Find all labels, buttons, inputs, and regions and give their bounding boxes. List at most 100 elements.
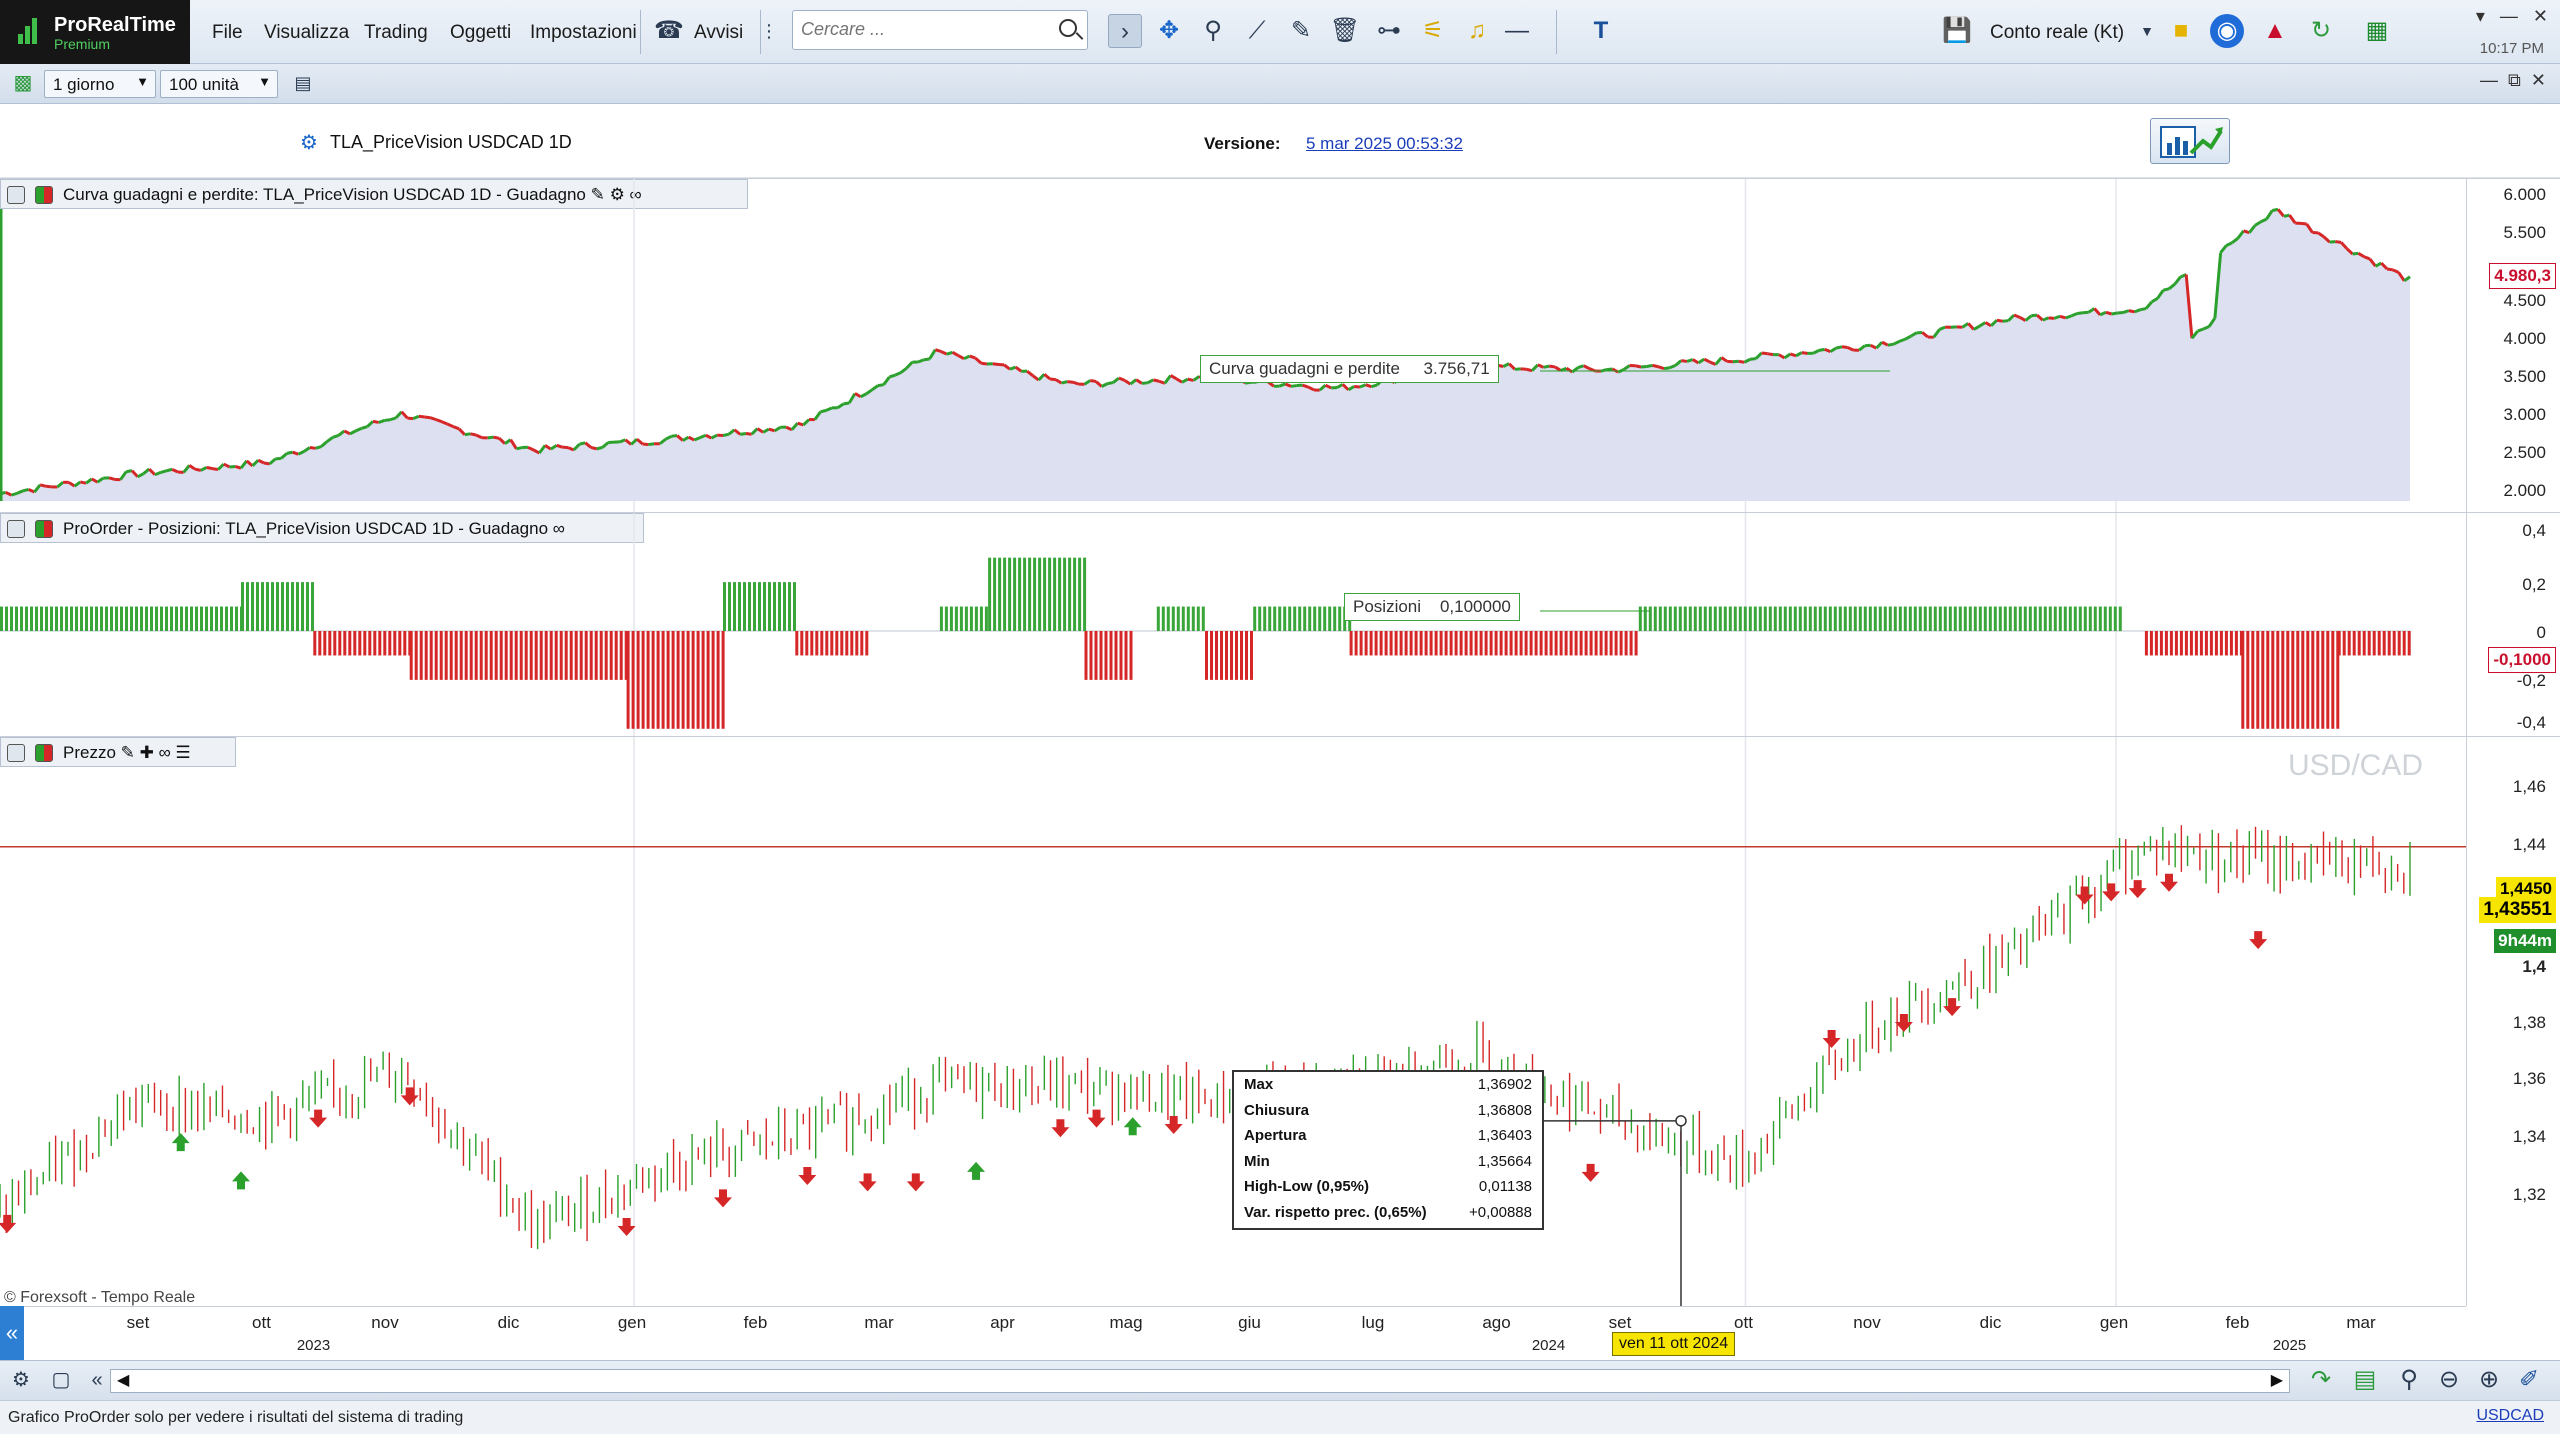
status-text: Grafico ProOrder solo per vedere i risul…	[8, 1409, 464, 1426]
crosshair-point	[1675, 1115, 1687, 1127]
equity-line-segment	[1009, 365, 1017, 371]
menu-settings[interactable]: Impostazioni	[530, 22, 637, 44]
draw-tool-icon[interactable]: ✐	[2512, 1363, 2546, 1397]
subwindow-controls[interactable]: — ⧉ ✕	[2480, 70, 2546, 91]
account-selector[interactable]: Conto reale (Kt)	[1990, 22, 2124, 44]
clock: 10:17 PM	[2479, 40, 2544, 57]
position-bar	[388, 631, 392, 656]
position-bar	[1323, 606, 1327, 631]
menu-view[interactable]: Visualizza	[264, 22, 349, 44]
zoom-out-icon[interactable]: ⊖	[2432, 1363, 2466, 1397]
equity-chart	[0, 179, 2411, 513]
chat-icon[interactable]: ◉	[2210, 14, 2244, 48]
trade-signal-arrow	[858, 1173, 877, 1192]
auto-scroll-icon[interactable]: ↷	[2304, 1363, 2338, 1397]
position-bar	[1638, 606, 1642, 631]
position-bar	[1594, 631, 1598, 656]
equity-line-segment	[2352, 251, 2359, 256]
trade-signal-arrow	[714, 1189, 732, 1208]
info-row: Apertura 1,36403	[1240, 1127, 1536, 1153]
position-bar	[1023, 557, 1027, 631]
position-bar	[1873, 606, 1877, 631]
trash-tool-icon[interactable]: 🗑	[1328, 14, 1362, 48]
position-bar	[15, 606, 18, 631]
position-bar	[1156, 606, 1160, 631]
account-dropdown-icon[interactable]: ▼	[2130, 14, 2164, 48]
instrument-badge[interactable]: USDCAD	[2476, 1407, 2544, 1425]
position-bar	[2397, 631, 2401, 656]
alerts-button[interactable]: Avvisi	[694, 22, 743, 44]
fit-chart-icon[interactable]: ▤	[2348, 1363, 2382, 1397]
position-bar	[1250, 631, 1253, 680]
trade-signal-arrow	[2128, 880, 2147, 899]
position-bar	[1484, 631, 1488, 656]
menu-file[interactable]: File	[212, 22, 243, 44]
hline-tool-icon[interactable]: —	[1500, 14, 1534, 48]
position-bar	[1798, 606, 1802, 631]
zoom-reset-icon[interactable]: ⚲	[2392, 1363, 2426, 1397]
position-bar	[2219, 631, 2223, 656]
timeframe-select[interactable]: 1 giorno ▼	[44, 70, 156, 98]
scroll-start-icon[interactable]: «	[80, 1363, 114, 1397]
candle-countdown: 9h44m	[2494, 929, 2556, 953]
equity-line-segment	[1657, 365, 1665, 371]
equity-line-segment	[1072, 380, 1080, 386]
chart-type-icon[interactable]: ▩	[6, 66, 40, 100]
position-bar	[1196, 606, 1200, 631]
indicators-icon[interactable]: ▲	[2258, 14, 2292, 48]
position-bar	[70, 606, 73, 631]
position-bar	[825, 631, 829, 656]
save-icon[interactable]: 💾	[1940, 14, 1974, 48]
refresh-icon[interactable]: ↻	[2304, 14, 2338, 48]
crosshair-settings-icon[interactable]: ⚙	[4, 1363, 38, 1397]
menu-trading[interactable]: Trading	[364, 22, 428, 44]
move-tool-icon[interactable]: ✥	[1152, 14, 1186, 48]
text-tool-icon[interactable]: T	[1584, 14, 1618, 48]
folder-icon[interactable]: ■	[2164, 14, 2198, 48]
line-tool-icon[interactable]: ⟋	[1240, 14, 1274, 48]
position-bar	[1235, 631, 1238, 680]
window-controls[interactable]: ▾ — ✕	[2476, 6, 2548, 27]
cursor-tool-icon[interactable]: ›	[1108, 14, 1142, 48]
select-zoom-icon[interactable]: ▢	[44, 1363, 78, 1397]
position-bar	[2184, 631, 2188, 656]
menu-objects[interactable]: Oggetti	[450, 22, 511, 44]
search-icon[interactable]	[1059, 19, 1077, 37]
position-bar	[2337, 631, 2341, 656]
info-value: 1,36902	[1477, 1076, 1532, 1093]
scroll-left-arrow-icon[interactable]: ◀	[117, 1370, 129, 1390]
calendar-icon[interactable]: ▤	[286, 66, 320, 100]
sheet-icon[interactable]: ▦	[2360, 14, 2394, 48]
report-button[interactable]	[2150, 118, 2230, 164]
bell-tool-icon[interactable]: ♫	[1460, 14, 1494, 48]
units-select[interactable]: 100 unità ▼	[160, 70, 278, 98]
position-bar	[419, 631, 423, 680]
position-bar	[778, 582, 781, 631]
info-row: High-Low (0,95%) 0,01138	[1240, 1178, 1536, 1204]
position-bar	[2296, 631, 2300, 729]
equity-line-segment	[1841, 345, 1848, 350]
alarm-tool-icon[interactable]: ⚟	[1416, 14, 1450, 48]
position-bar	[75, 606, 78, 631]
zoom-in-icon[interactable]: ⊕	[2472, 1363, 2506, 1397]
y-tick: 1,34	[2512, 1127, 2546, 1146]
position-bar	[210, 606, 213, 631]
search-input[interactable]	[801, 11, 1041, 47]
position-bar	[1614, 631, 1618, 656]
alert-bell-icon[interactable]: ☎	[652, 14, 686, 48]
position-bar	[1298, 606, 1302, 631]
position-bar	[120, 606, 123, 631]
horizontal-scrollbar[interactable]: ◀ ▶	[110, 1369, 2290, 1393]
position-bar	[2108, 606, 2112, 631]
scroll-right-arrow-icon[interactable]: ▶	[2271, 1370, 2283, 1390]
equity-line-segment	[309, 446, 316, 450]
version-link[interactable]: 5 mar 2025 00:53:32	[1306, 134, 1463, 154]
scroll-left-button[interactable]: «	[0, 1306, 24, 1360]
equity-line-segment	[917, 358, 925, 364]
position-bar	[1589, 631, 1593, 656]
position-bar	[1973, 606, 1977, 631]
zoom-tool-icon[interactable]: ⚲	[1196, 14, 1230, 48]
link-tool-icon[interactable]: ⊶	[1372, 14, 1406, 48]
ruler-tool-icon[interactable]: ✎	[1284, 14, 1318, 48]
search-box[interactable]	[792, 10, 1088, 50]
